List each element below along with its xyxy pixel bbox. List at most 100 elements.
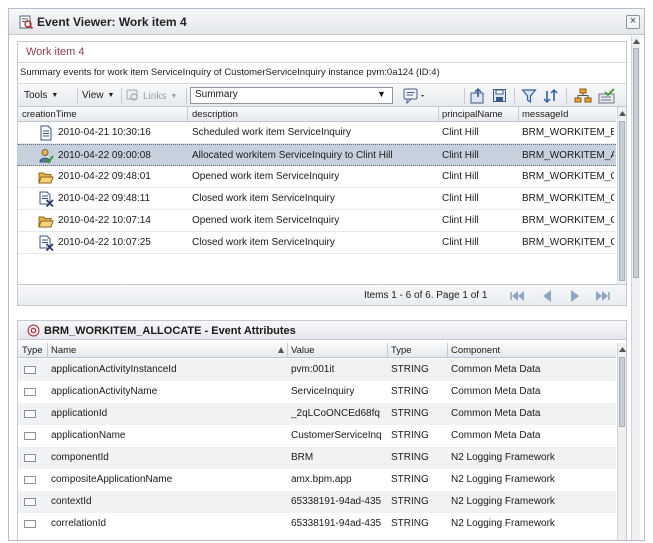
user-check-icon	[39, 149, 54, 164]
attribute-component: N2 Logging Framework	[451, 496, 555, 507]
close-button[interactable]: ×	[626, 15, 640, 29]
creation-time: 2010-04-21 10:30:16	[58, 127, 151, 138]
window-titlebar: Event Viewer: Work item 4 ×	[9, 9, 644, 35]
description: Opened work item ServiceInquiry	[192, 215, 340, 226]
chevron-down-icon: ▼	[51, 92, 59, 99]
table-row[interactable]: 2010-04-22 09:48:01 Opened work item Ser…	[18, 166, 616, 188]
string-type-icon	[24, 366, 36, 374]
attribute-component: Common Meta Data	[451, 408, 541, 419]
table-row[interactable]: applicationName CustomerServiceInq STRIN…	[18, 425, 616, 447]
column-header-principal-name[interactable]: principalName	[442, 109, 514, 120]
links-menu[interactable]: Links ▼	[126, 88, 177, 104]
tools-menu-label: Tools	[24, 90, 48, 101]
attribute-type: STRING	[391, 474, 429, 485]
column-header-type-icon[interactable]: Type	[22, 345, 46, 356]
toolbar-separator	[514, 88, 515, 104]
attributes-grid-vscroll[interactable]	[617, 343, 627, 540]
message-id: BRM_WORKITEM_C	[522, 193, 614, 204]
pager: Items 1 - 6 of 6. Page 1 of 1	[18, 284, 626, 305]
table-row[interactable]: 2010-04-21 10:30:16 Scheduled work item …	[18, 122, 616, 144]
column-header-component[interactable]: Component	[451, 345, 611, 356]
events-grid-scroll-thumb[interactable]	[619, 121, 625, 281]
column-header-type[interactable]: Type	[391, 345, 443, 356]
description: Opened work item ServiceInquiry	[192, 171, 340, 182]
view-menu[interactable]: View ▼	[82, 88, 114, 104]
filter-icon[interactable]	[521, 88, 537, 104]
message-id: BRM_WORKITEM_C	[522, 215, 614, 226]
column-divider[interactable]	[518, 107, 519, 122]
attribute-component: Common Meta Data	[451, 364, 541, 375]
attribute-name: applicationActivityInstanceId	[51, 364, 177, 375]
column-header-description[interactable]: description	[192, 109, 432, 120]
table-row[interactable]: applicationActivityName ServiceInquiry S…	[18, 381, 616, 403]
string-type-icon	[24, 454, 36, 462]
previous-page-icon[interactable]	[538, 289, 556, 303]
toolbar-separator	[186, 88, 187, 104]
message-id: BRM_WORKITEM_A	[522, 150, 614, 161]
attribute-type: STRING	[391, 518, 429, 529]
tools-menu[interactable]: Tools ▼	[24, 88, 58, 104]
toolbar-separator	[77, 88, 78, 104]
table-row[interactable]: 2010-04-22 09:48:11 Closed work item Ser…	[18, 188, 616, 210]
window-scroll-thumb[interactable]	[633, 48, 639, 278]
events-grid-vscroll[interactable]	[617, 107, 626, 297]
attribute-name: applicationActivityName	[51, 386, 158, 397]
export-icon[interactable]	[470, 88, 486, 104]
window-scrollbar[interactable]	[631, 36, 641, 540]
column-header-message-id[interactable]: messageId	[522, 109, 612, 120]
column-divider[interactable]	[187, 107, 188, 122]
table-row[interactable]: compositeApplicationName amx.bpm.app STR…	[18, 469, 616, 491]
table-row[interactable]: contextId 65338191-94ad-435 STRING N2 Lo…	[18, 491, 616, 513]
toolbar-separator	[464, 88, 465, 104]
column-header-value[interactable]: Value	[291, 345, 383, 356]
table-row[interactable]: 2010-04-22 10:07:14 Opened work item Ser…	[18, 210, 616, 232]
folder-open-icon	[38, 172, 54, 184]
window-title: Event Viewer: Work item 4	[37, 15, 187, 29]
table-row[interactable]: applicationId _2qLCoONCEd68fq STRING Com…	[18, 403, 616, 425]
first-page-icon[interactable]	[508, 289, 526, 303]
attributes-scroll-thumb[interactable]	[619, 357, 625, 427]
attribute-name: contextId	[51, 496, 92, 507]
attribute-name: componentId	[51, 452, 109, 463]
comment-icon[interactable]	[403, 88, 427, 104]
attribute-component: Common Meta Data	[451, 430, 541, 441]
next-page-icon[interactable]	[566, 289, 584, 303]
message-id: BRM_WORKITEM_E	[522, 127, 614, 138]
last-page-icon[interactable]	[594, 289, 612, 303]
column-divider[interactable]	[387, 343, 388, 358]
attribute-type: STRING	[391, 452, 429, 463]
close-icon: ×	[629, 15, 637, 27]
table-row[interactable]: componentId BRM STRING N2 Logging Framew…	[18, 447, 616, 469]
description: Closed work item ServiceInquiry	[192, 237, 335, 248]
attribute-name: compositeApplicationName	[51, 474, 173, 485]
column-header-name[interactable]: Name	[51, 345, 251, 356]
table-row[interactable]: 2010-04-22 10:07:25 Closed work item Ser…	[18, 232, 616, 254]
attribute-value: 65338191-94ad-435	[291, 518, 382, 529]
event-filter-value: Summary	[195, 89, 238, 100]
column-divider[interactable]	[447, 343, 448, 358]
string-type-icon	[24, 410, 36, 418]
hierarchy-icon[interactable]	[574, 88, 592, 104]
document-icon	[40, 125, 52, 141]
scroll-up-icon[interactable]	[632, 37, 641, 46]
sort-ascending-icon[interactable]	[277, 346, 285, 354]
column-divider[interactable]	[287, 343, 288, 358]
scroll-up-icon[interactable]	[618, 345, 627, 354]
message-id: BRM_WORKITEM_C	[522, 171, 614, 182]
event-viewer-icon	[19, 15, 33, 29]
principal-name: Clint Hill	[442, 193, 479, 204]
column-divider[interactable]	[47, 343, 48, 358]
document-closed-icon	[39, 191, 54, 207]
scroll-up-icon[interactable]	[618, 109, 627, 118]
save-icon[interactable]	[492, 88, 508, 104]
sort-icon[interactable]	[542, 88, 560, 104]
table-row-selected[interactable]: 2010-04-22 09:00:08 Allocated workitem S…	[18, 144, 616, 166]
column-header-creation-time[interactable]: creationTime	[22, 109, 182, 120]
event-filter-select[interactable]: Summary ▼	[190, 87, 393, 104]
event-attributes-header: BRM_WORKITEM_ALLOCATE - Event Attributes	[18, 321, 626, 340]
workitem-summary: Summary events for work item ServiceInqu…	[20, 67, 440, 78]
table-row[interactable]: correlationId 65338191-94ad-435 STRING N…	[18, 513, 616, 535]
column-divider[interactable]	[438, 107, 439, 122]
table-row[interactable]: applicationActivityInstanceId pvm:001it …	[18, 359, 616, 381]
approve-list-icon[interactable]	[598, 88, 616, 104]
